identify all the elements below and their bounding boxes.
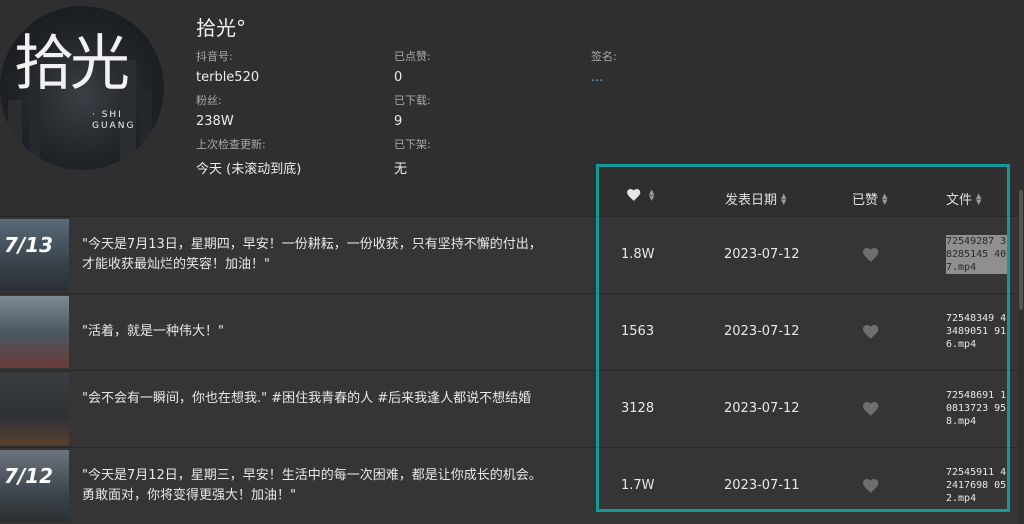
douyin-id-value: terble520 xyxy=(196,70,260,85)
avatar: 拾光 · SHI GUANG xyxy=(0,6,164,170)
douyin-id-label: 抖音号: xyxy=(196,50,233,63)
video-thumbnail[interactable]: 7/13 xyxy=(0,219,69,291)
fans-label: 粉丝: xyxy=(196,94,222,107)
publish-date: 2023-07-12 xyxy=(724,324,800,339)
column-date-header[interactable]: 发表日期 ▲ ▼ xyxy=(725,189,786,208)
video-description: "今天是7月12日，星期三，早安！生活中的每一次困难，都是让你成长的机会。勇敢面… xyxy=(82,468,542,503)
profile-name: 拾光° xyxy=(196,16,246,40)
last-check-label: 上次检查更新: xyxy=(196,138,266,151)
heart-icon[interactable] xyxy=(863,402,879,416)
column-likes-header[interactable]: ▲ ▼ xyxy=(627,188,655,202)
video-description: "活着，就是一种伟大！" xyxy=(82,324,224,339)
fans-value: 238W xyxy=(196,114,234,129)
table-row[interactable]: "活着，就是一种伟大！" 1563 2023-07-12 72548349 43… xyxy=(0,293,1018,370)
heart-icon xyxy=(627,189,641,201)
heart-icon[interactable] xyxy=(863,479,879,493)
file-header-label: 文件 xyxy=(946,193,973,208)
scrollbar-thumb[interactable] xyxy=(1019,190,1023,310)
video-table: ▲ ▼ 发表日期 ▲ ▼ 已赞 ▲ ▼ 文件 ▲ ▼ 7/13 "今天是7月13日，星期… xyxy=(0,180,1024,524)
vertical-scrollbar[interactable] xyxy=(1018,180,1024,518)
thumbnail-date-label: 7/12 xyxy=(4,464,54,488)
file-name[interactable]: 72548349 43489051 916.mp4 xyxy=(946,312,1008,351)
liked-field: 已点赞: 0 xyxy=(394,48,431,85)
sort-icon: ▲ ▼ xyxy=(781,191,787,206)
video-thumbnail[interactable]: 7/12 xyxy=(0,450,69,522)
downloaded-label: 已下载: xyxy=(394,94,431,107)
publish-date: 2023-07-12 xyxy=(724,247,800,262)
fans-field: 粉丝: 238W xyxy=(196,92,234,129)
heart-icon[interactable] xyxy=(863,325,879,339)
likes-count: 1.7W xyxy=(621,478,655,493)
table-row[interactable]: 7/13 "今天是7月13日，星期四，早安！一份耕耘，一份收获，只有坚持不懈的付… xyxy=(0,216,1018,293)
file-name[interactable]: 72545911 42417698 052.mp4 xyxy=(946,466,1008,505)
file-name[interactable]: 72548691 10813723 958.mp4 xyxy=(946,389,1008,428)
heart-icon[interactable] xyxy=(863,248,879,262)
thumbnail-date-label: 7/13 xyxy=(4,233,54,257)
likes-count: 1563 xyxy=(621,324,655,339)
signature-value[interactable]: ... xyxy=(591,70,617,85)
last-check-field: 上次检查更新: 今天 (未滚动到底) xyxy=(196,136,301,177)
downloaded-value: 9 xyxy=(394,114,403,129)
publish-date: 2023-07-11 xyxy=(724,478,800,493)
downloaded-field: 已下载: 9 xyxy=(394,92,431,129)
table-row[interactable]: 7/12 "今天是7月12日，星期三，早安！生活中的每一次困难，都是让你成长的机… xyxy=(0,447,1018,524)
sort-icon: ▲ ▼ xyxy=(976,191,982,206)
douyin-id-field: 抖音号: terble520 xyxy=(196,48,259,85)
removed-label: 已下架: xyxy=(394,138,431,151)
avatar-logo-text: 拾光 xyxy=(14,29,130,99)
video-thumbnail[interactable] xyxy=(0,296,69,368)
signature-field: 签名: ... xyxy=(591,48,617,85)
liked-header-label: 已赞 xyxy=(852,193,879,208)
liked-value: 0 xyxy=(394,70,403,85)
column-liked-header[interactable]: 已赞 ▲ ▼ xyxy=(852,189,887,208)
table-header: ▲ ▼ 发表日期 ▲ ▼ 已赞 ▲ ▼ 文件 ▲ ▼ xyxy=(0,180,1024,216)
sort-icon: ▲ ▼ xyxy=(649,188,655,202)
liked-label: 已点赞: xyxy=(394,50,431,63)
video-thumbnail[interactable] xyxy=(0,373,69,445)
likes-count: 3128 xyxy=(621,401,655,416)
removed-value: 无 xyxy=(394,162,408,177)
signature-label: 签名: xyxy=(591,50,617,63)
date-header-label: 发表日期 xyxy=(725,193,778,208)
table-row[interactable]: "会不会有一瞬间，你也在想我." #困住我青春的人 #后来我逢人都说不想结婚 3… xyxy=(0,370,1018,447)
video-description: "会不会有一瞬间，你也在想我." #困住我青春的人 #后来我逢人都说不想结婚 xyxy=(82,391,532,406)
column-file-header[interactable]: 文件 ▲ ▼ xyxy=(946,189,981,208)
file-name[interactable]: 72549287 38285145 407.mp4 xyxy=(946,235,1008,274)
sort-icon: ▲ ▼ xyxy=(882,191,888,206)
likes-count: 1.8W xyxy=(621,247,655,262)
removed-field: 已下架: 无 xyxy=(394,136,431,177)
profile-header: 拾光 · SHI GUANG 拾光° 抖音号: terble520 粉丝: 23… xyxy=(0,0,1024,180)
last-check-value: 今天 (未滚动到底) xyxy=(196,162,302,177)
video-description: "今天是7月13日，星期四，早安！一份耕耘，一份收获，只有坚持不懈的付出，才能收… xyxy=(82,237,542,272)
publish-date: 2023-07-12 xyxy=(724,401,800,416)
avatar-logo-subtext: · SHI GUANG xyxy=(92,110,136,131)
